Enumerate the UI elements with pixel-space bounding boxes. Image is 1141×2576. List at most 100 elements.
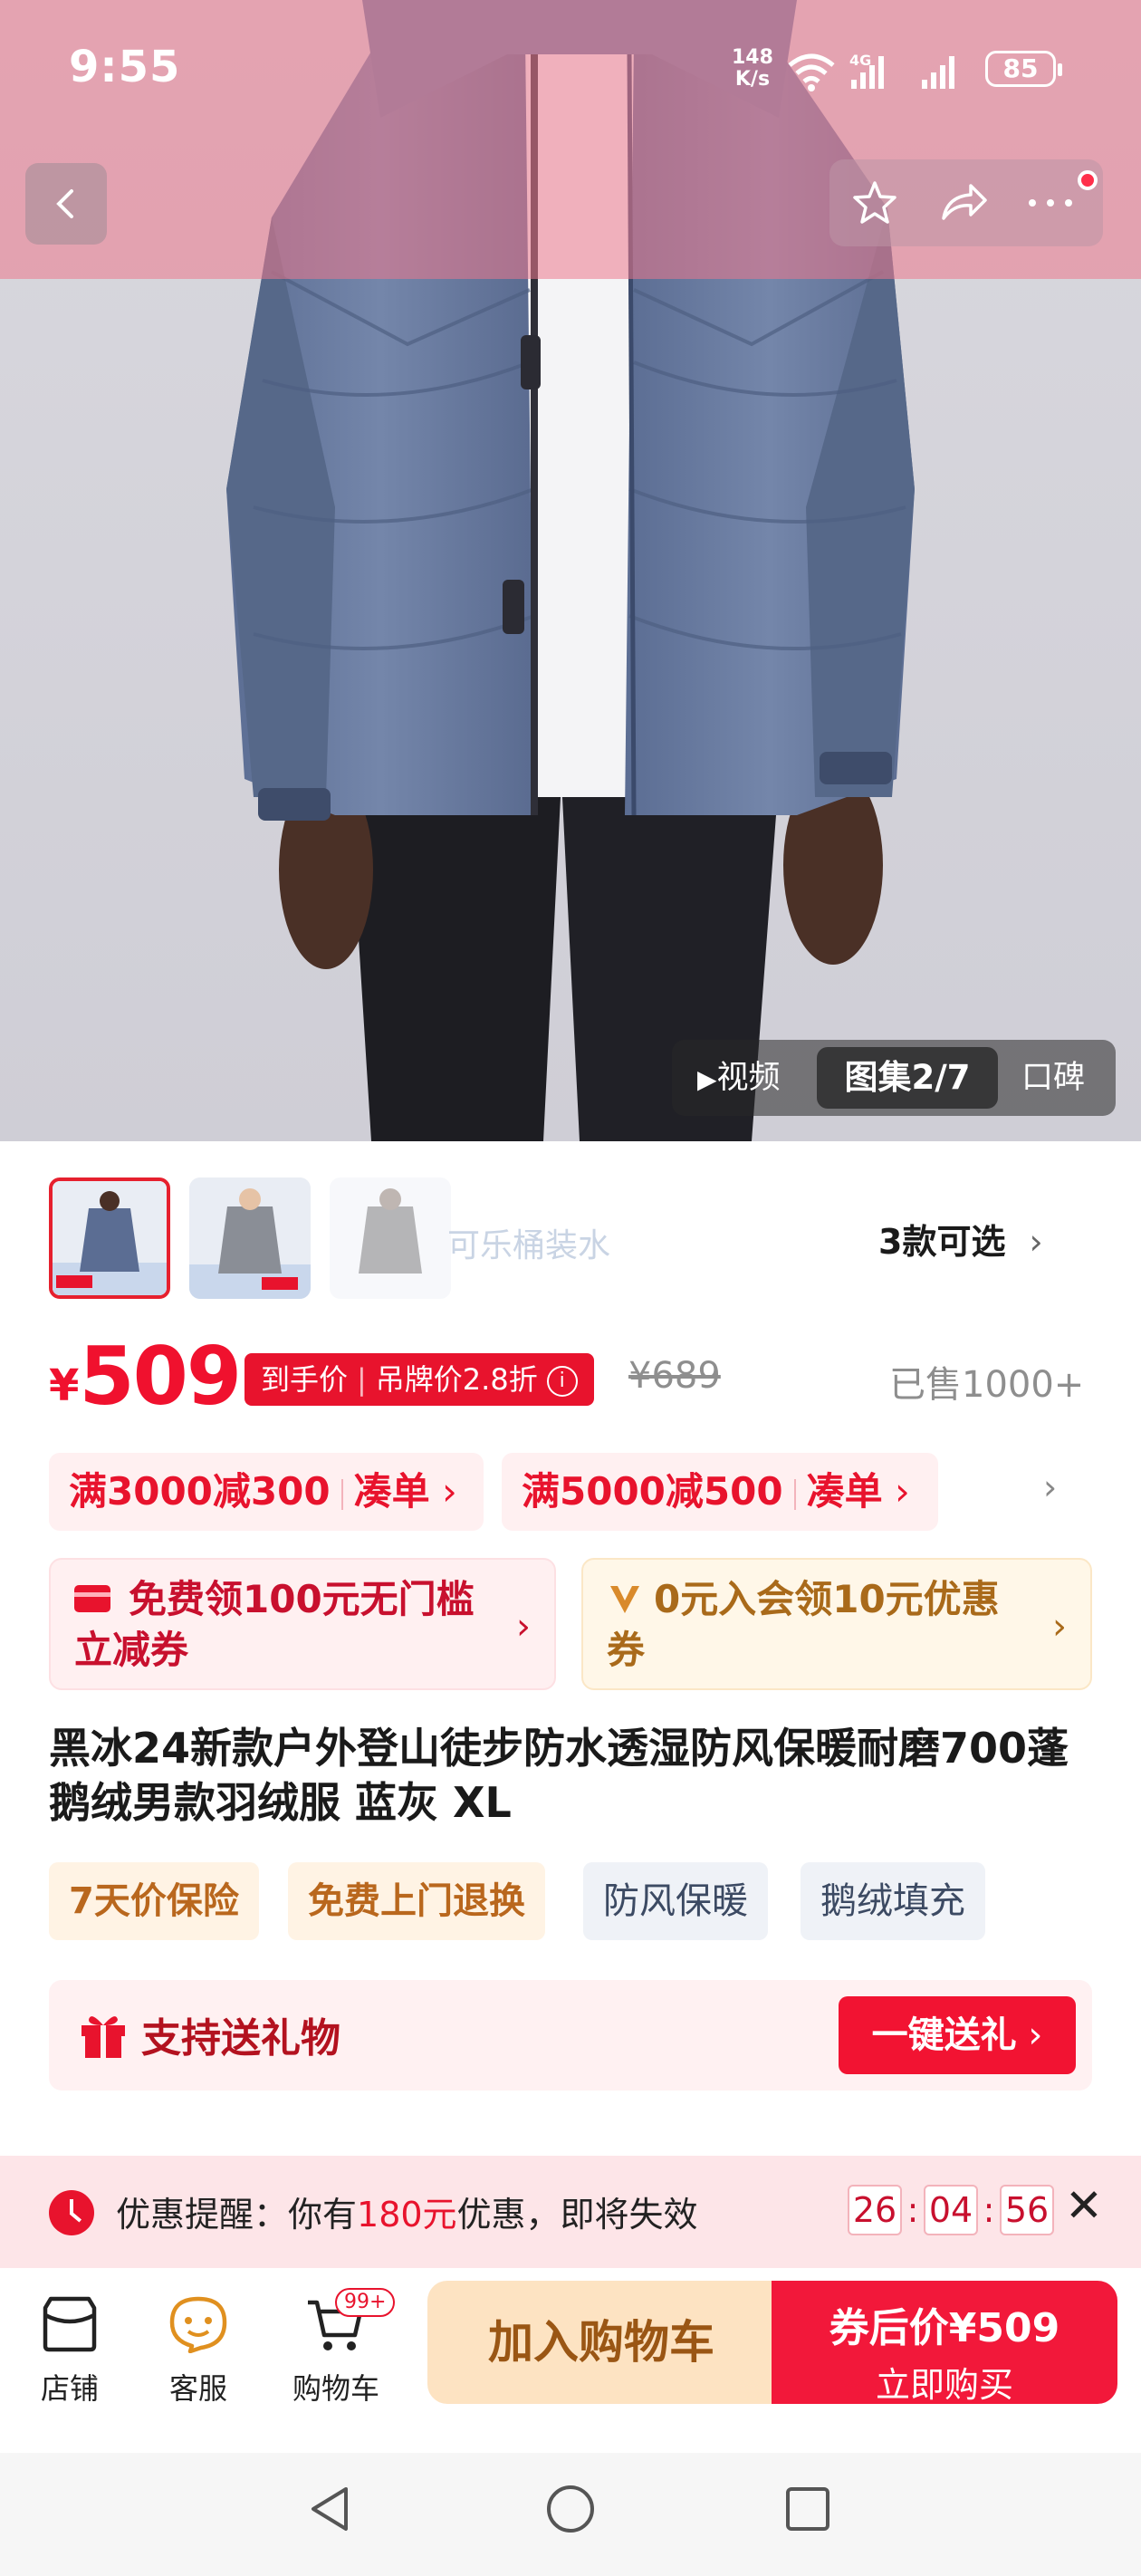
share-button[interactable]: [938, 178, 989, 228]
variant-selector[interactable]: 3款可选 ›: [878, 1214, 1043, 1264]
store-label: 店铺: [40, 2371, 99, 2406]
tab-review[interactable]: 口碑: [1021, 1040, 1085, 1116]
tab-album[interactable]: 图集2/7: [817, 1047, 998, 1109]
back-button[interactable]: [25, 163, 107, 245]
variant-thumb-2[interactable]: [189, 1177, 311, 1299]
add-to-cart-button[interactable]: 加入购物车: [427, 2281, 775, 2404]
store-icon: [43, 2296, 97, 2352]
member-coupon-text: 0元入会领10元优惠券: [607, 1577, 1000, 1672]
timer-colon: :: [983, 2190, 995, 2230]
customer-service-icon: [169, 2296, 227, 2353]
network-type: 4G: [849, 52, 871, 69]
promo-action: 凑单: [806, 1469, 883, 1514]
promo-divider: [340, 1478, 343, 1510]
thumb-image: [330, 1177, 451, 1299]
play-icon: ▶: [697, 1064, 717, 1094]
service-label: 客服: [168, 2371, 227, 2406]
chevron-right-icon: ›: [429, 1469, 457, 1514]
timer-seconds: 56: [1000, 2185, 1054, 2235]
current-price: ¥509: [49, 1330, 242, 1423]
gift-label: 支持送礼物: [141, 2015, 340, 2062]
thumb-image: [53, 1181, 167, 1295]
customer-service-button[interactable]: 客服: [139, 2288, 257, 2408]
chevron-right-icon: ›: [882, 1469, 910, 1514]
promo-chip-1[interactable]: 满3000减300 凑单 ›: [49, 1453, 484, 1531]
gift-icon: [82, 2016, 125, 2058]
net-speed-unit: K/s: [734, 68, 771, 91]
close-icon[interactable]: ✕: [1065, 2179, 1103, 2232]
product-main-image[interactable]: 9:55 148 K/s 4G 85 ▶视频 图集2/7 口碑: [0, 0, 1141, 1141]
nav-home-icon[interactable]: [543, 2482, 598, 2536]
timer-hours: 26: [848, 2185, 902, 2235]
send-gift-button[interactable]: 一键送礼 ›: [839, 1996, 1076, 2074]
buy-price: 券后价¥509: [829, 2305, 1060, 2351]
promo-chip-2[interactable]: 满5000减500 凑单 ›: [502, 1453, 938, 1531]
cart-button[interactable]: 99+ 购物车: [277, 2288, 396, 2408]
product-title: 黑冰24新款户外登山徒步防水透湿防风保暖耐磨700蓬鹅绒男款羽绒服 蓝灰 XL: [49, 1724, 1069, 1827]
price-badge-divider: |: [357, 1362, 367, 1397]
card-icon: [74, 1584, 110, 1612]
variant-thumb-3[interactable]: [330, 1177, 451, 1299]
member-v-icon: [610, 1585, 639, 1613]
wifi-icon: [788, 53, 835, 91]
share-icon: [942, 184, 987, 220]
signal-icons: 4G: [788, 52, 954, 91]
discount-reminder: 优惠提醒：你有180元优惠，即将失效 26:04:56 ✕: [0, 2156, 1141, 2268]
system-nav-bar: [0, 2453, 1141, 2576]
tag-price-protect[interactable]: 7天价保险: [49, 1862, 259, 1940]
cart-count-badge: 99+: [335, 2288, 396, 2317]
promo-label: 满3000减300: [69, 1469, 331, 1514]
thumb-image: [189, 1177, 311, 1299]
tag-windproof[interactable]: 防风保暖: [583, 1862, 768, 1940]
send-gift-label: 一键送礼: [871, 2014, 1017, 2056]
nav-back-icon[interactable]: [304, 2482, 359, 2536]
reminder-amount: 180元: [357, 2195, 457, 2235]
chevron-left-icon: [56, 189, 73, 218]
promo-divider: [793, 1478, 796, 1510]
clock-icon: [49, 2190, 94, 2235]
price-badge[interactable]: 到手价 | 吊牌价2.8折 i: [244, 1353, 594, 1406]
free-coupon-card[interactable]: 免费领100元无门槛立减券 ›: [49, 1558, 556, 1690]
status-time: 9:55: [69, 42, 181, 92]
more-button[interactable]: [1025, 178, 1076, 228]
star-icon: [853, 181, 896, 224]
variant-thumb-1[interactable]: [49, 1177, 170, 1299]
gift-banner: 支持送礼物 一键送礼 ›: [49, 1980, 1092, 2091]
reminder-message: 优惠提醒：你有180元优惠，即将失效: [116, 2187, 698, 2236]
variant-count: 3款可选: [878, 1222, 1006, 1262]
more-dots-icon: [1029, 199, 1072, 207]
reminder-prefix: 优惠提醒：你有: [116, 2195, 358, 2235]
member-coupon-card[interactable]: 0元入会领10元优惠券 ›: [581, 1558, 1092, 1690]
chevron-right-icon: ›: [1029, 1222, 1043, 1262]
countdown-timer: 26:04:56: [848, 2185, 1054, 2235]
top-actions: [829, 159, 1103, 246]
favorite-button[interactable]: [849, 178, 900, 228]
price-currency: ¥: [49, 1360, 80, 1411]
store-button[interactable]: 店铺: [11, 2288, 129, 2408]
battery-icon: 85: [985, 51, 1062, 87]
net-speed: 148 K/s: [732, 47, 773, 91]
promo-more-arrow[interactable]: ›: [1043, 1467, 1057, 1507]
original-price: ¥689: [628, 1355, 721, 1397]
info-icon: i: [546, 1366, 578, 1397]
notification-dot: [1078, 170, 1098, 190]
chevron-right-icon: ›: [516, 1606, 531, 1648]
tab-video-label: 视频: [716, 1060, 781, 1096]
tag-goose-down[interactable]: 鹅绒填充: [801, 1862, 985, 1940]
buy-now-button[interactable]: 券后价¥509 立即购买: [772, 2281, 1117, 2405]
chevron-right-icon: ›: [1052, 1606, 1067, 1648]
price-badge-discount: 吊牌价2.8折: [375, 1362, 538, 1397]
watermark-text: 可乐桶装水: [447, 1227, 611, 1264]
tab-video[interactable]: ▶视频: [697, 1040, 781, 1116]
status-bar: 9:55 148 K/s 4G 85: [0, 42, 1141, 105]
reminder-suffix: 优惠，即将失效: [456, 2195, 698, 2235]
nav-recents-icon[interactable]: [781, 2482, 835, 2536]
net-speed-value: 148: [732, 46, 773, 69]
timer-minutes: 04: [924, 2185, 978, 2235]
promo-action: 凑单: [353, 1469, 430, 1514]
tag-free-return[interactable]: 免费上门退换: [288, 1862, 545, 1940]
free-coupon-text: 免费领100元无门槛立减券: [74, 1577, 475, 1672]
buy-now-label: 立即购买: [875, 2365, 1013, 2405]
media-switch: ▶视频 图集2/7 口碑: [672, 1040, 1116, 1116]
chevron-right-icon: ›: [1016, 2014, 1043, 2056]
